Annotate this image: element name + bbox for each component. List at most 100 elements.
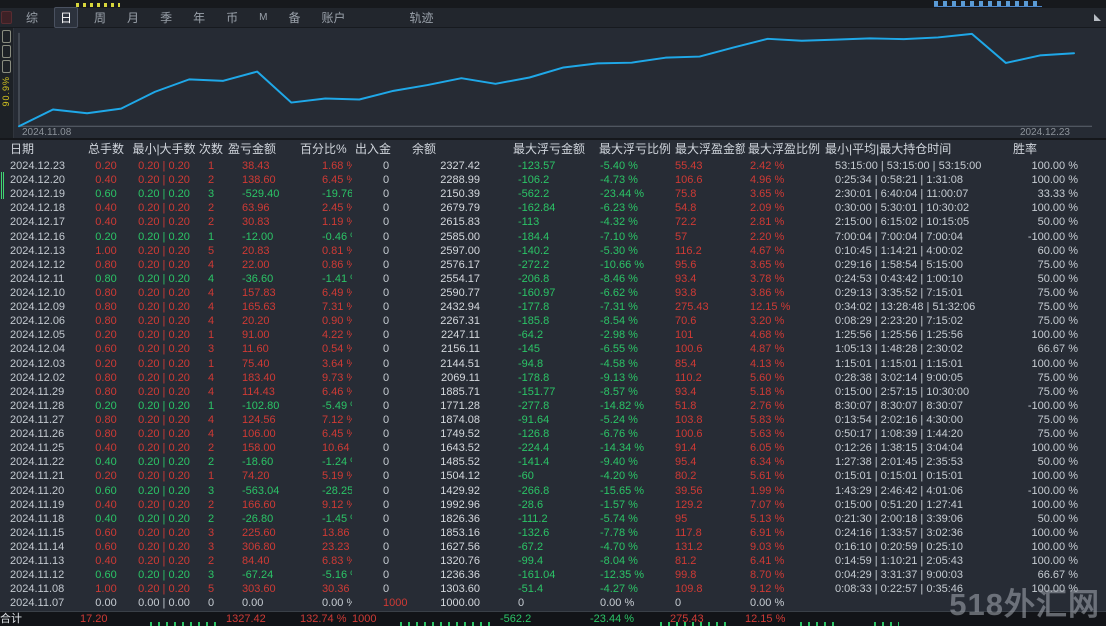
table-row[interactable]: 2024.12.12 0.80 0.20 | 0.20 4 22.00 0.86 % 0 25… (0, 258, 1106, 272)
table-row[interactable]: 2024.11.27 0.80 0.20 | 0.20 4 124.56 7.12 % 0 1… (0, 413, 1106, 427)
toolbar-tab[interactable]: 备 (283, 8, 305, 27)
cell-min-max-lots: 0.20 | 0.20 (138, 413, 190, 426)
toolbar-tab[interactable]: 周 (89, 8, 111, 27)
header-balance[interactable]: 余额 (410, 140, 500, 159)
cell-pnl: 106.00 (242, 428, 276, 441)
header-count[interactable]: 次数 (196, 140, 226, 159)
table-row[interactable]: 2024.11.12 0.60 0.20 | 0.20 3 -67.24 -5.16 % 0… (0, 568, 1106, 582)
table-row[interactable]: 2024.12.02 0.80 0.20 | 0.20 4 183.40 9.73 % 0 2… (0, 371, 1106, 385)
toolbar-tab[interactable]: 年 (188, 8, 210, 27)
cell-max-float-profit: 116.2 (675, 244, 702, 257)
cell-in-out: 0 (383, 385, 390, 398)
clipped-blue-link-fragment[interactable] (934, 1, 1042, 7)
chart-end-date-label: 2024.12.23 (1019, 127, 1070, 138)
table-row[interactable]: 2024.11.08 1.00 0.20 | 0.20 5 303.60 30.36 % 0… (0, 582, 1106, 596)
cell-pct: 6.45 % (322, 428, 352, 441)
cell-pct: 13.86 % (322, 526, 352, 539)
cell-count: 4 (207, 371, 215, 384)
cell-max-float-profit: 93.4 (675, 272, 697, 285)
header-max-float-profit-pct[interactable]: 最大浮盈比例 (745, 140, 820, 159)
header-pct[interactable]: 百分比% (300, 140, 352, 159)
toolbar-tab[interactable]: 账户 (316, 8, 350, 27)
cell-in-out: 0 (383, 286, 390, 299)
toolbar-tab[interactable]: M (254, 11, 272, 24)
header-min-max-lots[interactable]: 最小|大手数 (132, 140, 196, 159)
header-pnl[interactable]: 盈亏金额 (226, 140, 300, 159)
header-max-float-loss-pct[interactable]: 最大浮亏比例 (590, 140, 670, 159)
cell-date: 2024.11.13 (10, 555, 65, 568)
table-row[interactable]: 2024.12.20 0.40 0.20 | 0.20 2 138.60 6.45 % 0 2… (0, 173, 1106, 187)
cell-win-rate: 100.00 % (1031, 357, 1078, 370)
table-row[interactable]: 2024.11.19 0.40 0.20 | 0.20 2 166.60 9.12 % 0 1… (0, 498, 1106, 512)
cell-max-float-loss-pct: -12.35 % (600, 569, 645, 582)
tab-trajectory[interactable]: 轨迹 (409, 9, 433, 26)
toolbar-tab[interactable]: 日 (54, 7, 79, 28)
cell-date: 2024.11.29 (10, 385, 65, 398)
table-row[interactable]: 2024.11.13 0.40 0.20 | 0.20 2 84.40 6.83 % 0 13… (0, 554, 1106, 568)
header-date[interactable]: 日期 (0, 140, 80, 159)
cell-date: 2024.11.22 (10, 456, 65, 469)
cell-in-out: 0 (383, 371, 390, 384)
cell-balance: 1885.71 (440, 385, 480, 398)
table-row[interactable]: 2024.11.25 0.40 0.20 | 0.20 2 158.00 10.64 % 0… (0, 441, 1106, 455)
cell-pnl: 38.43 (242, 160, 270, 172)
toolbar-tab[interactable]: 月 (122, 8, 144, 27)
cell-pct: -5.16 % (322, 569, 352, 582)
table-row[interactable]: 2024.11.07 0.00 0.00 | 0.00 0 0.00 0.00 % 1000… (0, 596, 1106, 610)
cell-date: 2024.11.20 (10, 484, 65, 497)
table-row[interactable]: 2024.12.16 0.20 0.20 | 0.20 1 -12.00 -0.46 % 0… (0, 230, 1106, 244)
header-max-float-loss[interactable]: 最大浮亏金额 (500, 140, 590, 159)
table-row[interactable]: 2024.12.06 0.80 0.20 | 0.20 4 20.20 0.90 % 0 22… (0, 314, 1106, 328)
cell-count: 2 (207, 512, 215, 525)
header-max-float-profit[interactable]: 最大浮盈金额 (670, 140, 745, 159)
header-lots[interactable]: 总手数 (80, 140, 132, 159)
table-row[interactable]: 2024.12.17 0.40 0.20 | 0.20 2 30.83 1.19 % 0 26… (0, 215, 1106, 229)
cell-pnl: 63.96 (242, 202, 270, 215)
cell-win-rate: 75.00 % (1037, 301, 1078, 314)
header-in-out[interactable]: 出入金 (352, 140, 410, 159)
table-row[interactable]: 2024.11.21 0.20 0.20 | 0.20 1 74.20 5.19 % 0 15… (0, 469, 1106, 483)
total-cell-win-rate (995, 612, 1106, 626)
cell-count: 2 (207, 456, 215, 469)
cell-balance: 1504.12 (440, 470, 480, 483)
cell-max-float-loss: -151.77 (518, 385, 556, 398)
toolbar-tab[interactable]: 季 (155, 8, 177, 27)
table-row[interactable]: 2024.11.29 0.80 0.20 | 0.20 4 114.43 6.46 % 0 1… (0, 385, 1106, 399)
toolbar-tab[interactable]: 综 (21, 8, 43, 27)
side-strip-box-1[interactable] (2, 30, 11, 43)
table-row[interactable]: 2024.11.26 0.80 0.20 | 0.20 4 106.00 6.45 % 0 1… (0, 427, 1106, 441)
table-row[interactable]: 2024.11.20 0.60 0.20 | 0.20 3 -563.04 -28.25 … (0, 484, 1106, 498)
cell-date: 2024.11.15 (10, 526, 65, 539)
table-row[interactable]: 2024.11.28 0.20 0.20 | 0.20 1 -102.80 -5.49 %… (0, 399, 1106, 413)
table-row[interactable]: 2024.12.19 0.60 0.20 | 0.20 3 -529.40 -19.76 … (0, 187, 1106, 201)
cell-max-float-profit: 99.8 (675, 569, 697, 582)
row-scroll-indicator[interactable] (1, 172, 4, 199)
table-row[interactable]: 2024.12.11 0.80 0.20 | 0.20 4 -36.60 -1.41 % 0… (0, 272, 1106, 286)
table-row[interactable]: 2024.12.23 0.20 0.20 | 0.20 1 38.43 1.68 % 0 23… (0, 159, 1106, 173)
table-row[interactable]: 2024.11.14 0.60 0.20 | 0.20 3 306.80 23.23 % 0… (0, 540, 1106, 554)
total-cell-max-float-loss: -562.2 (500, 612, 532, 625)
cell-in-out: 0 (383, 399, 390, 412)
table-row[interactable]: 2024.12.05 0.20 0.20 | 0.20 1 91.00 4.22 % 0 22… (0, 328, 1106, 342)
table-row[interactable]: 2024.12.04 0.60 0.20 | 0.20 3 11.60 0.54 % 0 21… (0, 342, 1106, 356)
cell-max-float-profit: 101 (675, 329, 694, 342)
cell-hold-time: 0:14:59 | 1:10:21 | 2:05:43 (835, 555, 964, 568)
side-strip-box-2[interactable] (2, 45, 11, 58)
table-row[interactable]: 2024.12.13 1.00 0.20 | 0.20 5 20.83 0.81 % 0 25… (0, 244, 1106, 258)
table-row[interactable]: 2024.11.22 0.40 0.20 | 0.20 2 -18.60 -1.24 % 0… (0, 455, 1106, 469)
side-strip-box-3[interactable] (2, 60, 11, 73)
table-row[interactable]: 2024.12.18 0.40 0.20 | 0.20 2 63.96 2.45 % 0 26… (0, 201, 1106, 215)
trading-stats-window: 综日周月季年币 M 备账户 轨迹 90.9% 2024.11.08 2024.12.… (0, 0, 1106, 626)
cell-max-float-profit: 39.56 (675, 484, 703, 497)
table-row[interactable]: 2024.12.03 0.20 0.20 | 0.20 1 75.40 3.64 % 0 21… (0, 357, 1106, 371)
toolbar-tab[interactable]: 币 (221, 8, 243, 27)
header-hold-time[interactable]: 最小|平均|最大持仓时间 (820, 140, 995, 159)
table-row[interactable]: 2024.12.10 0.80 0.20 | 0.20 4 157.83 6.49 % 0 2… (0, 286, 1106, 300)
cell-count: 1 (207, 329, 215, 342)
scroll-corner-icon[interactable] (1094, 14, 1101, 21)
cell-pnl: -67.24 (242, 569, 274, 582)
header-win-rate[interactable]: 胜率 (995, 140, 1106, 159)
table-row[interactable]: 2024.12.09 0.80 0.20 | 0.20 4 165.63 7.31 % 0 2… (0, 300, 1106, 314)
table-row[interactable]: 2024.11.15 0.60 0.20 | 0.20 3 225.60 13.86 % 0… (0, 526, 1106, 540)
table-row[interactable]: 2024.11.18 0.40 0.20 | 0.20 2 -26.80 -1.45 % 0… (0, 512, 1106, 526)
